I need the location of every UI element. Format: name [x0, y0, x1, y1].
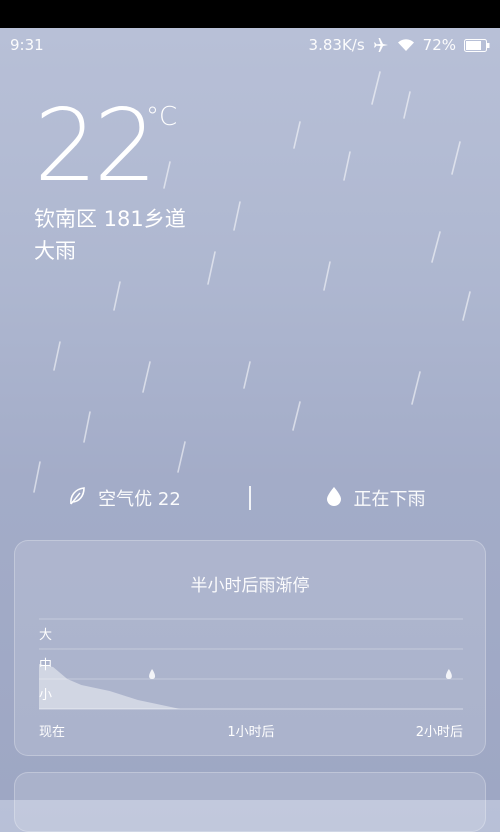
level-label-1: 中 [39, 658, 52, 673]
condition-label: 大雨 [34, 239, 76, 263]
status-time: 9:31 [10, 36, 44, 54]
battery-label: 72% [422, 36, 456, 54]
top-black-bar [0, 0, 500, 28]
next-card[interactable] [14, 772, 486, 832]
temperature-display: 22 °C [34, 92, 186, 200]
leaf-icon [68, 486, 86, 511]
air-quality[interactable]: 空气优 22 [0, 485, 249, 511]
location-label[interactable]: 钦南区 181乡道 [34, 204, 186, 234]
drop-marker-0 [149, 669, 156, 679]
precipitation-chart: 大中小现在 1小时后 2小时后 [39, 618, 463, 740]
battery-icon [464, 38, 490, 52]
level-label-0: 大 [39, 628, 52, 643]
level-label-2: 小 [39, 688, 52, 703]
airplane-icon [373, 37, 389, 53]
net-speed: 3.83K/s [308, 36, 365, 54]
metrics-row: 空气优 22 正在下雨 [0, 478, 500, 518]
status-icons: 3.83K/s 72% [309, 36, 490, 54]
rain-status-label: 正在下雨 [353, 489, 426, 510]
wifi-icon [397, 38, 415, 52]
raindrop-icon [326, 486, 342, 511]
precipitation-card[interactable]: 半小时后雨渐停 大中小现在 1小时后 2小时后 [14, 540, 486, 756]
air-quality-label: 空气优 22 [98, 489, 181, 510]
precip-area [39, 664, 463, 709]
drop-marker-1 [445, 669, 452, 679]
current-weather: 22 °C 钦南区 181乡道 大雨 [34, 92, 186, 266]
time-label-1: 1小时后 [227, 725, 274, 740]
time-label-0: 现在 [39, 725, 65, 740]
time-label-2: 2小时后 [416, 725, 463, 740]
status-bar: 9:31 3.83K/s 72% [0, 28, 500, 62]
temperature-unit: °C [146, 102, 178, 132]
rain-status[interactable]: 正在下雨 [251, 485, 500, 511]
